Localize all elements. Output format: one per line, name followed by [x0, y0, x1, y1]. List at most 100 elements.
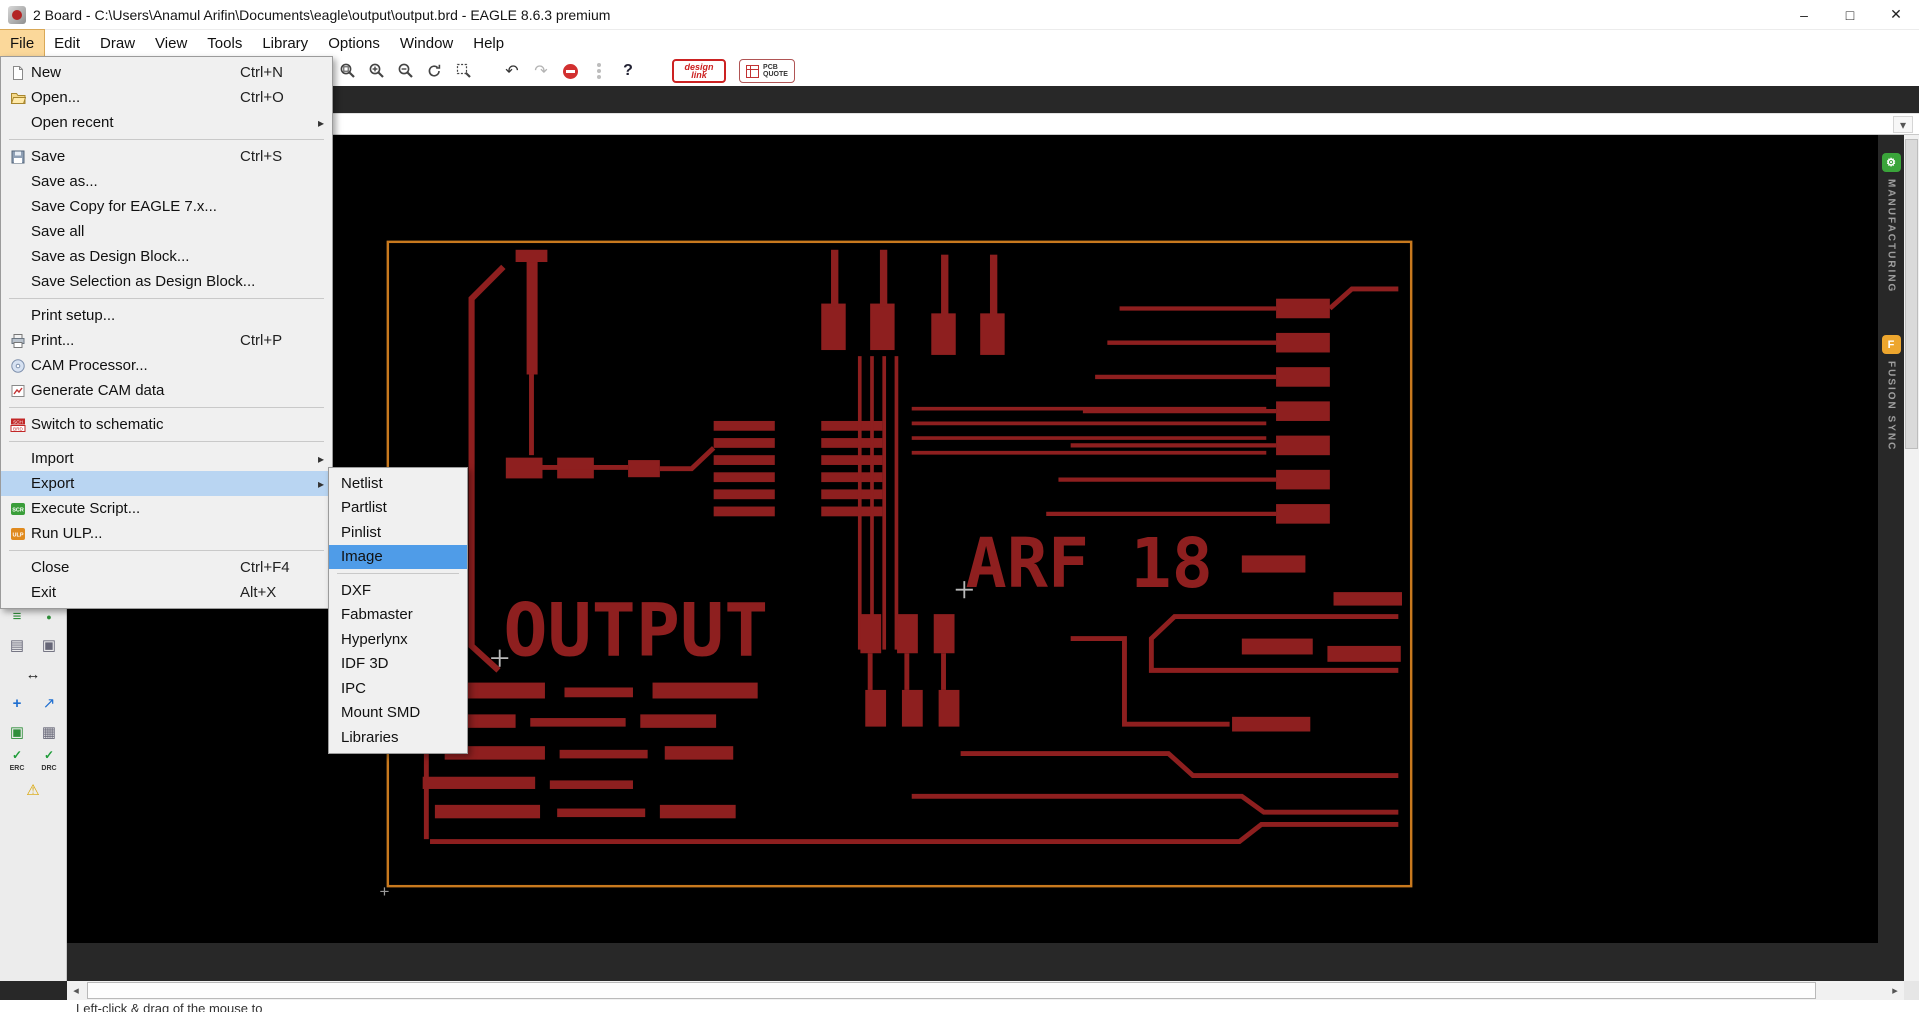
- zoom-in-icon[interactable]: [365, 59, 389, 83]
- menu-item-open-recent[interactable]: Open recent ▸: [1, 110, 332, 135]
- route-icon[interactable]: ↗: [36, 692, 62, 716]
- cam-data-icon: [5, 383, 31, 399]
- horizontal-scrollbar[interactable]: ◂ ▸: [67, 981, 1904, 1000]
- menu-item-switch-to-schematic[interactable]: SCH BRD Switch to schematic: [1, 412, 332, 437]
- submenu-arrow-icon: ▸: [317, 115, 324, 130]
- horizontal-scrollbar-thumb[interactable]: [87, 982, 1816, 999]
- design-link-button[interactable]: design link: [672, 59, 726, 83]
- submenu-arrow-icon: ▸: [317, 476, 324, 491]
- export-item-fabmaster[interactable]: Fabmaster: [329, 603, 467, 628]
- vertical-scrollbar-thumb[interactable]: [1905, 139, 1918, 449]
- menu-item-open[interactable]: Open... Ctrl+O: [1, 85, 332, 110]
- menu-draw[interactable]: Draw: [90, 30, 145, 56]
- svg-text:SCH: SCH: [13, 419, 23, 424]
- tab-fusion-sync[interactable]: F FUSION SYNC: [1881, 335, 1901, 452]
- scroll-left-arrow-icon[interactable]: ◂: [67, 981, 85, 1000]
- menu-separator: [337, 573, 459, 574]
- menu-item-close[interactable]: Close Ctrl+F4: [1, 555, 332, 580]
- title-bar: 2 Board - C:\Users\Anamul Arifin\Documen…: [0, 0, 1919, 30]
- zoom-select-icon[interactable]: [452, 59, 476, 83]
- warning-icon[interactable]: ⚠: [20, 779, 46, 803]
- menu-item-run-ulp[interactable]: ULP Run ULP...: [1, 521, 332, 546]
- maximize-button[interactable]: □: [1827, 0, 1873, 29]
- scroll-right-arrow-icon[interactable]: ▸: [1886, 981, 1904, 1000]
- export-item-netlist[interactable]: Netlist: [329, 471, 467, 496]
- zoom-redraw-icon[interactable]: [423, 59, 447, 83]
- new-file-icon: [5, 65, 31, 81]
- board-text-arf18: ARF 18: [966, 524, 1213, 604]
- menu-item-cam-processor[interactable]: CAM Processor...: [1, 353, 332, 378]
- export-item-hyperlynx[interactable]: Hyperlynx: [329, 627, 467, 652]
- vertical-scrollbar[interactable]: [1904, 135, 1919, 981]
- menu-item-exit[interactable]: Exit Alt+X: [1, 580, 332, 605]
- menu-edit[interactable]: Edit: [44, 30, 90, 56]
- pcb-grid-icon: [746, 64, 760, 78]
- tab-manufacturing[interactable]: ⚙ MANUFACTURING: [1881, 153, 1901, 294]
- signal-lights-icon[interactable]: [587, 59, 611, 83]
- menu-window[interactable]: Window: [390, 30, 463, 56]
- design-link-label-2: link: [691, 70, 707, 80]
- export-item-pinlist[interactable]: Pinlist: [329, 520, 467, 545]
- menu-item-import[interactable]: Import ▸: [1, 446, 332, 471]
- menu-item-export[interactable]: Export ▸: [1, 471, 332, 496]
- fusion-sync-label: FUSION SYNC: [1885, 361, 1897, 452]
- menu-tools[interactable]: Tools: [197, 30, 252, 56]
- dropdown-arrow-icon[interactable]: ▾: [1893, 116, 1913, 133]
- menu-library[interactable]: Library: [252, 30, 318, 56]
- copper-pads: [422, 249, 1402, 819]
- close-button[interactable]: ✕: [1873, 0, 1919, 29]
- erc-button[interactable]: ✓ ERC: [4, 748, 30, 774]
- drc-label: DRC: [41, 765, 57, 772]
- menu-help[interactable]: Help: [463, 30, 514, 56]
- stop-icon[interactable]: [558, 59, 582, 83]
- minimize-button[interactable]: –: [1781, 0, 1827, 29]
- menu-view[interactable]: View: [145, 30, 197, 56]
- scrollbar-corner: [1904, 981, 1919, 1000]
- menu-item-save-as[interactable]: Save as...: [1, 169, 332, 194]
- menu-item-save-copy-eagle7[interactable]: Save Copy for EAGLE 7.x...: [1, 194, 332, 219]
- menu-file[interactable]: File: [0, 29, 46, 57]
- export-item-dxf[interactable]: DXF: [329, 578, 467, 603]
- export-item-libraries[interactable]: Libraries: [329, 725, 467, 750]
- help-icon[interactable]: ?: [616, 59, 640, 83]
- manufacturing-label: MANUFACTURING: [1885, 179, 1897, 294]
- undo-icon[interactable]: ↶: [500, 59, 524, 83]
- drc-button[interactable]: ✓ DRC: [36, 748, 62, 774]
- sheet-icon[interactable]: ▤: [4, 634, 30, 658]
- cam-disc-icon: [5, 358, 31, 374]
- export-item-partlist[interactable]: Partlist: [329, 496, 467, 521]
- pcb-board: OUTPUT ARF 18: [386, 240, 1413, 888]
- menu-item-new[interactable]: New Ctrl+N: [1, 60, 332, 85]
- export-item-ipc[interactable]: IPC: [329, 676, 467, 701]
- menu-item-execute-script[interactable]: SCR Execute Script...: [1, 496, 332, 521]
- file-menu: New Ctrl+N Open... Ctrl+O Open recent ▸ …: [0, 56, 333, 609]
- menu-item-save-selection-design-block[interactable]: Save Selection as Design Block...: [1, 269, 332, 294]
- menu-item-print-setup[interactable]: Print setup...: [1, 303, 332, 328]
- fill-icon[interactable]: ▣: [4, 721, 30, 745]
- export-item-image[interactable]: Image: [329, 544, 467, 569]
- app-icon: [8, 5, 26, 24]
- zoom-fit-icon[interactable]: [336, 59, 360, 83]
- side-tab-strip: ⚙ MANUFACTURING F FUSION SYNC: [1878, 135, 1904, 981]
- fusion-sync-icon: F: [1881, 335, 1901, 355]
- menu-item-save-as-design-block[interactable]: Save as Design Block...: [1, 244, 332, 269]
- save-floppy-icon: [5, 149, 31, 165]
- export-item-idf-3d[interactable]: IDF 3D: [329, 652, 467, 677]
- zoom-out-icon[interactable]: [394, 59, 418, 83]
- pcb-quote-button[interactable]: PCB QUOTE: [739, 59, 795, 83]
- move-icon[interactable]: +: [4, 692, 30, 716]
- export-item-mount-smd[interactable]: Mount SMD: [329, 701, 467, 726]
- menu-item-generate-cam-data[interactable]: Generate CAM data: [1, 378, 332, 403]
- horizontal-scrollbar-track[interactable]: [85, 981, 1886, 1000]
- menu-item-save-all[interactable]: Save all: [1, 219, 332, 244]
- menu-item-print[interactable]: Print... Ctrl+P: [1, 328, 332, 353]
- export-submenu: Netlist Partlist Pinlist Image DXF Fabma…: [328, 467, 468, 754]
- menu-item-save[interactable]: Save Ctrl+S: [1, 144, 332, 169]
- grid-icon[interactable]: ▦: [36, 721, 62, 745]
- manufacturing-icon: ⚙: [1881, 153, 1901, 172]
- redo-icon[interactable]: ↷: [529, 59, 553, 83]
- menu-options[interactable]: Options: [318, 30, 390, 56]
- tag-icon[interactable]: ▣: [36, 634, 62, 658]
- pcb-board-svg: OUTPUT ARF 18: [386, 240, 1413, 888]
- mirror-icon[interactable]: ↔: [20, 663, 46, 687]
